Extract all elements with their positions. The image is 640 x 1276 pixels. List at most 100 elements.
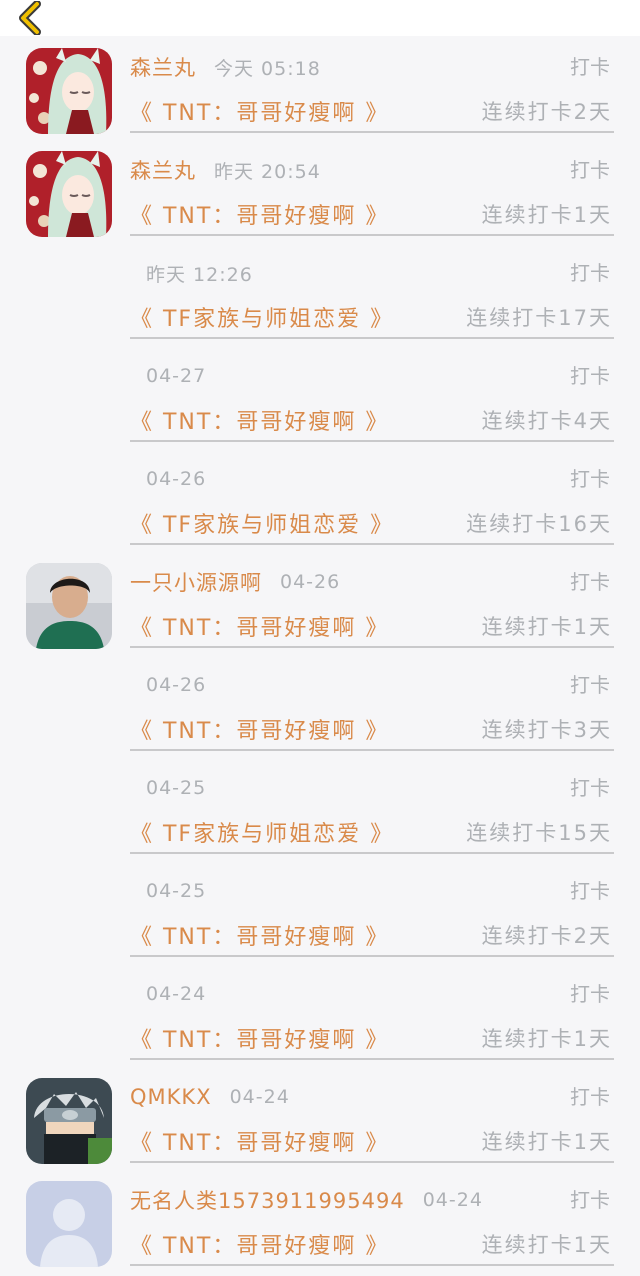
checkin-row[interactable]: 森兰丸 今天 05:18 打卡 《 TNT：哥哥好瘦啊 》 连续打卡2天	[0, 40, 640, 143]
user-avatar[interactable]	[26, 563, 112, 649]
streak-count: 连续打卡2天	[481, 924, 612, 948]
checkin-row[interactable]: 04-26 打卡 《 TF家族与师姐恋爱 》 连续打卡16天	[0, 452, 640, 555]
row-meta: 森兰丸 今天 05:18	[130, 48, 612, 86]
user-avatar[interactable]	[26, 48, 112, 134]
row-book-line: 《 TF家族与师姐恋爱 》 连续打卡16天	[130, 502, 612, 544]
checkin-action-label: 打卡	[570, 776, 610, 800]
checkin-row[interactable]: 一只小源源啊 04-26 打卡 《 TNT：哥哥好瘦啊 》 连续打卡1天	[0, 555, 640, 658]
checkin-row[interactable]: 04-26 打卡 《 TNT：哥哥好瘦啊 》 连续打卡3天	[0, 658, 640, 761]
row-meta: QMKKX 04-24	[130, 1078, 612, 1116]
checkin-row[interactable]: 森兰丸 昨天 20:54 打卡 《 TNT：哥哥好瘦啊 》 连续打卡1天	[0, 143, 640, 246]
checkin-time: 04-24	[146, 983, 207, 1005]
checkin-row[interactable]: 04-24 打卡 《 TNT：哥哥好瘦啊 》 连续打卡1天	[0, 967, 640, 1070]
row-book-line: 《 TNT：哥哥好瘦啊 》 连续打卡1天	[130, 1120, 612, 1162]
user-name[interactable]: 森兰丸	[130, 52, 196, 82]
user-name[interactable]: 一只小源源啊	[130, 567, 262, 597]
user-name[interactable]: 森兰丸	[130, 155, 196, 185]
streak-count: 连续打卡1天	[481, 1130, 612, 1154]
row-meta: 04-26	[130, 460, 612, 498]
book-title-link[interactable]: 《 TF家族与师姐恋爱 》	[130, 507, 394, 539]
row-book-line: 《 TNT：哥哥好瘦啊 》 连续打卡4天	[130, 399, 612, 441]
checkin-action-label: 打卡	[570, 467, 610, 491]
book-title-link[interactable]: 《 TF家族与师姐恋爱 》	[130, 816, 394, 848]
row-meta: 无名人类1573911995494 04-24	[130, 1181, 612, 1219]
checkin-row[interactable]: QMKKX 04-24 打卡 《 TNT：哥哥好瘦啊 》 连续打卡1天	[0, 1070, 640, 1173]
back-button[interactable]	[14, 0, 50, 36]
checkin-row[interactable]: 无名人类1573911995494 04-24 打卡 《 TNT：哥哥好瘦啊 》 连…	[0, 1173, 640, 1276]
user-avatar[interactable]	[26, 151, 112, 237]
checkin-time: 04-25	[146, 880, 207, 902]
row-book-line: 《 TF家族与师姐恋爱 》 连续打卡15天	[130, 811, 612, 853]
row-book-line: 《 TNT：哥哥好瘦啊 》 连续打卡3天	[130, 708, 612, 750]
row-meta: 一只小源源啊 04-26	[130, 563, 612, 601]
row-meta: 04-26	[130, 666, 612, 704]
row-book-line: 《 TNT：哥哥好瘦啊 》 连续打卡1天	[130, 1017, 612, 1059]
row-divider	[130, 1058, 614, 1060]
checkin-time: 04-26	[280, 571, 341, 593]
streak-count: 连续打卡1天	[481, 615, 612, 639]
book-title-link[interactable]: 《 TNT：哥哥好瘦啊 》	[130, 919, 389, 951]
user-name[interactable]: QMKKX	[130, 1085, 212, 1109]
row-divider	[130, 337, 614, 339]
row-book-line: 《 TNT：哥哥好瘦啊 》 连续打卡1天	[130, 605, 612, 647]
checkin-time: 04-26	[146, 674, 207, 696]
streak-count: 连续打卡3天	[481, 718, 612, 742]
row-meta: 04-25	[130, 872, 612, 910]
book-title-link[interactable]: 《 TNT：哥哥好瘦啊 》	[130, 198, 389, 230]
checkin-action-label: 打卡	[570, 1188, 610, 1212]
row-meta: 04-24	[130, 975, 612, 1013]
streak-count: 连续打卡4天	[481, 409, 612, 433]
row-divider	[130, 131, 614, 133]
row-book-line: 《 TNT：哥哥好瘦啊 》 连续打卡1天	[130, 193, 612, 235]
book-title-link[interactable]: 《 TNT：哥哥好瘦啊 》	[130, 95, 389, 127]
row-divider	[130, 852, 614, 854]
row-book-line: 《 TNT：哥哥好瘦啊 》 连续打卡1天	[130, 1223, 612, 1265]
checkin-row[interactable]: 04-27 打卡 《 TNT：哥哥好瘦啊 》 连续打卡4天	[0, 349, 640, 452]
row-book-line: 《 TNT：哥哥好瘦啊 》 连续打卡2天	[130, 90, 612, 132]
checkin-row[interactable]: 04-25 打卡 《 TNT：哥哥好瘦啊 》 连续打卡2天	[0, 864, 640, 967]
book-title-link[interactable]: 《 TNT：哥哥好瘦啊 》	[130, 610, 389, 642]
row-divider	[130, 1161, 614, 1163]
streak-count: 连续打卡1天	[481, 203, 612, 227]
row-meta: 04-25	[130, 769, 612, 807]
checkin-time: 04-24	[422, 1189, 483, 1211]
checkin-action-label: 打卡	[570, 261, 610, 285]
row-divider	[130, 749, 614, 751]
user-avatar[interactable]	[26, 1078, 112, 1164]
book-title-link[interactable]: 《 TNT：哥哥好瘦啊 》	[130, 1022, 389, 1054]
row-divider	[130, 440, 614, 442]
book-title-link[interactable]: 《 TNT：哥哥好瘦啊 》	[130, 713, 389, 745]
row-book-line: 《 TNT：哥哥好瘦啊 》 连续打卡2天	[130, 914, 612, 956]
checkin-action-label: 打卡	[570, 55, 610, 79]
book-title-link[interactable]: 《 TNT：哥哥好瘦啊 》	[130, 1125, 389, 1157]
streak-count: 连续打卡1天	[481, 1027, 612, 1051]
row-meta: 森兰丸 昨天 20:54	[130, 151, 612, 189]
row-meta: 04-27	[130, 357, 612, 395]
streak-count: 连续打卡1天	[481, 1233, 612, 1257]
checkin-action-label: 打卡	[570, 982, 610, 1006]
book-title-link[interactable]: 《 TF家族与师姐恋爱 》	[130, 301, 394, 333]
streak-count: 连续打卡16天	[466, 512, 612, 536]
checkin-action-label: 打卡	[570, 158, 610, 182]
checkin-action-label: 打卡	[570, 364, 610, 388]
chevron-left-icon	[19, 1, 41, 35]
row-meta: 昨天 12:26	[130, 254, 612, 292]
checkin-row[interactable]: 昨天 12:26 打卡 《 TF家族与师姐恋爱 》 连续打卡17天	[0, 246, 640, 349]
user-name[interactable]: 无名人类1573911995494	[130, 1185, 405, 1215]
streak-count: 连续打卡2天	[481, 100, 612, 124]
checkin-row[interactable]: 04-25 打卡 《 TF家族与师姐恋爱 》 连续打卡15天	[0, 761, 640, 864]
user-avatar[interactable]	[26, 1181, 112, 1267]
checkin-time: 04-24	[229, 1086, 290, 1108]
row-divider	[130, 955, 614, 957]
top-bar	[0, 0, 640, 36]
streak-count: 连续打卡17天	[466, 306, 612, 330]
row-divider	[130, 234, 614, 236]
checkin-time: 04-27	[146, 365, 207, 387]
row-divider	[130, 646, 614, 648]
book-title-link[interactable]: 《 TNT：哥哥好瘦啊 》	[130, 404, 389, 436]
row-book-line: 《 TF家族与师姐恋爱 》 连续打卡17天	[130, 296, 612, 338]
streak-count: 连续打卡15天	[466, 821, 612, 845]
checkin-record-list: 森兰丸 今天 05:18 打卡 《 TNT：哥哥好瘦啊 》 连续打卡2天 森兰丸 昨天…	[0, 40, 640, 1276]
checkin-time: 昨天 20:54	[214, 160, 321, 183]
book-title-link[interactable]: 《 TNT：哥哥好瘦啊 》	[130, 1228, 389, 1260]
